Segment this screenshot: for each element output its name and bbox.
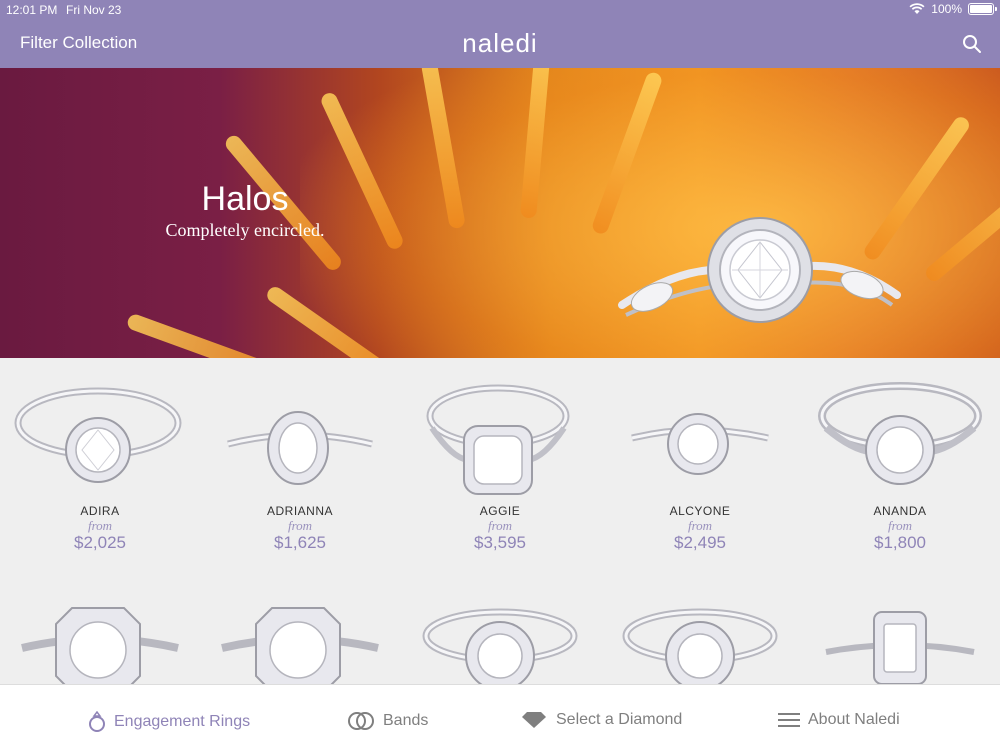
- product-card[interactable]: ALCYONE from $2,495: [600, 358, 800, 558]
- battery-icon: [968, 3, 997, 15]
- bands-icon: [348, 712, 374, 730]
- status-time: 12:01 PM: [6, 3, 58, 17]
- product-price: $2,495: [674, 533, 726, 552]
- hero-title: Halos: [201, 180, 289, 218]
- ring-icon: [89, 711, 105, 732]
- diamond-icon: [522, 712, 546, 728]
- bottom-tab-bar: Engagement Rings Bands Select a Diamond …: [0, 684, 1000, 750]
- product-card[interactable]: [400, 568, 600, 684]
- product-from-label: from: [887, 518, 913, 533]
- product-from-label: from: [287, 518, 313, 533]
- ring-image: [21, 607, 179, 684]
- product-card[interactable]: [600, 568, 800, 684]
- wifi-icon: [909, 3, 925, 14]
- tab-label: About Naledi: [808, 711, 900, 728]
- product-name: ANANDA: [873, 504, 927, 518]
- product-name: ADRIANNA: [266, 504, 333, 518]
- product-card[interactable]: ANANDA from $1,800: [800, 358, 1000, 558]
- ring-image: [14, 387, 182, 483]
- search-icon[interactable]: [962, 34, 982, 54]
- ring-image: [622, 608, 778, 684]
- product-card[interactable]: AGGIE from $3,595: [400, 358, 600, 558]
- product-grid: ADIRA from $2,025 ADRIANNA from $1,625 A…: [0, 358, 1000, 684]
- tab-label: Engagement Rings: [114, 713, 251, 730]
- ring-image: [825, 611, 975, 684]
- product-card[interactable]: [200, 568, 400, 684]
- product-price: $1,625: [274, 533, 326, 552]
- menu-icon: [778, 713, 800, 727]
- product-price: $1,800: [874, 533, 926, 552]
- product-price: $2,025: [74, 533, 126, 552]
- product-from-label: from: [687, 518, 713, 533]
- ring-image: [818, 382, 982, 485]
- product-from-label: from: [87, 518, 113, 533]
- product-name: ADIRA: [80, 504, 120, 518]
- product-card[interactable]: [0, 568, 200, 684]
- ring-image: [422, 608, 578, 684]
- status-indicators: 100%: [909, 2, 997, 16]
- product-price: $3,595: [474, 533, 526, 552]
- product-card[interactable]: ADRIANNA from $1,625: [200, 358, 400, 558]
- naledi-logo: naledi: [462, 28, 538, 58]
- tab-about-naledi[interactable]: About Naledi: [778, 711, 900, 729]
- status-date: Fri Nov 23: [66, 3, 122, 17]
- ring-image: [227, 411, 373, 485]
- product-card[interactable]: ADIRA from $2,025: [0, 358, 200, 558]
- hero-subtitle: Completely encircled.: [165, 220, 325, 240]
- tab-bands[interactable]: Bands: [347, 711, 428, 731]
- halo-ring-image: [618, 217, 901, 323]
- ring-image: [426, 384, 570, 495]
- product-name: ALCYONE: [669, 504, 731, 518]
- ring-image: [631, 413, 769, 475]
- product-card[interactable]: [800, 568, 1000, 684]
- tab-label: Select a Diamond: [556, 711, 683, 728]
- battery-percent: 100%: [931, 2, 962, 16]
- tab-label: Bands: [383, 712, 429, 729]
- flower-petal: [125, 312, 291, 358]
- tab-select-diamond[interactable]: Select a Diamond: [520, 711, 682, 729]
- product-name: AGGIE: [479, 504, 521, 518]
- top-bar: 12:01 PM Fri Nov 23 100% Filter Collecti…: [0, 0, 1000, 68]
- product-from-label: from: [487, 518, 513, 533]
- tab-engagement-rings[interactable]: Engagement Rings: [88, 711, 250, 733]
- hero-banner[interactable]: Halos Completely encircled.: [0, 68, 1000, 358]
- ring-image: [221, 607, 379, 684]
